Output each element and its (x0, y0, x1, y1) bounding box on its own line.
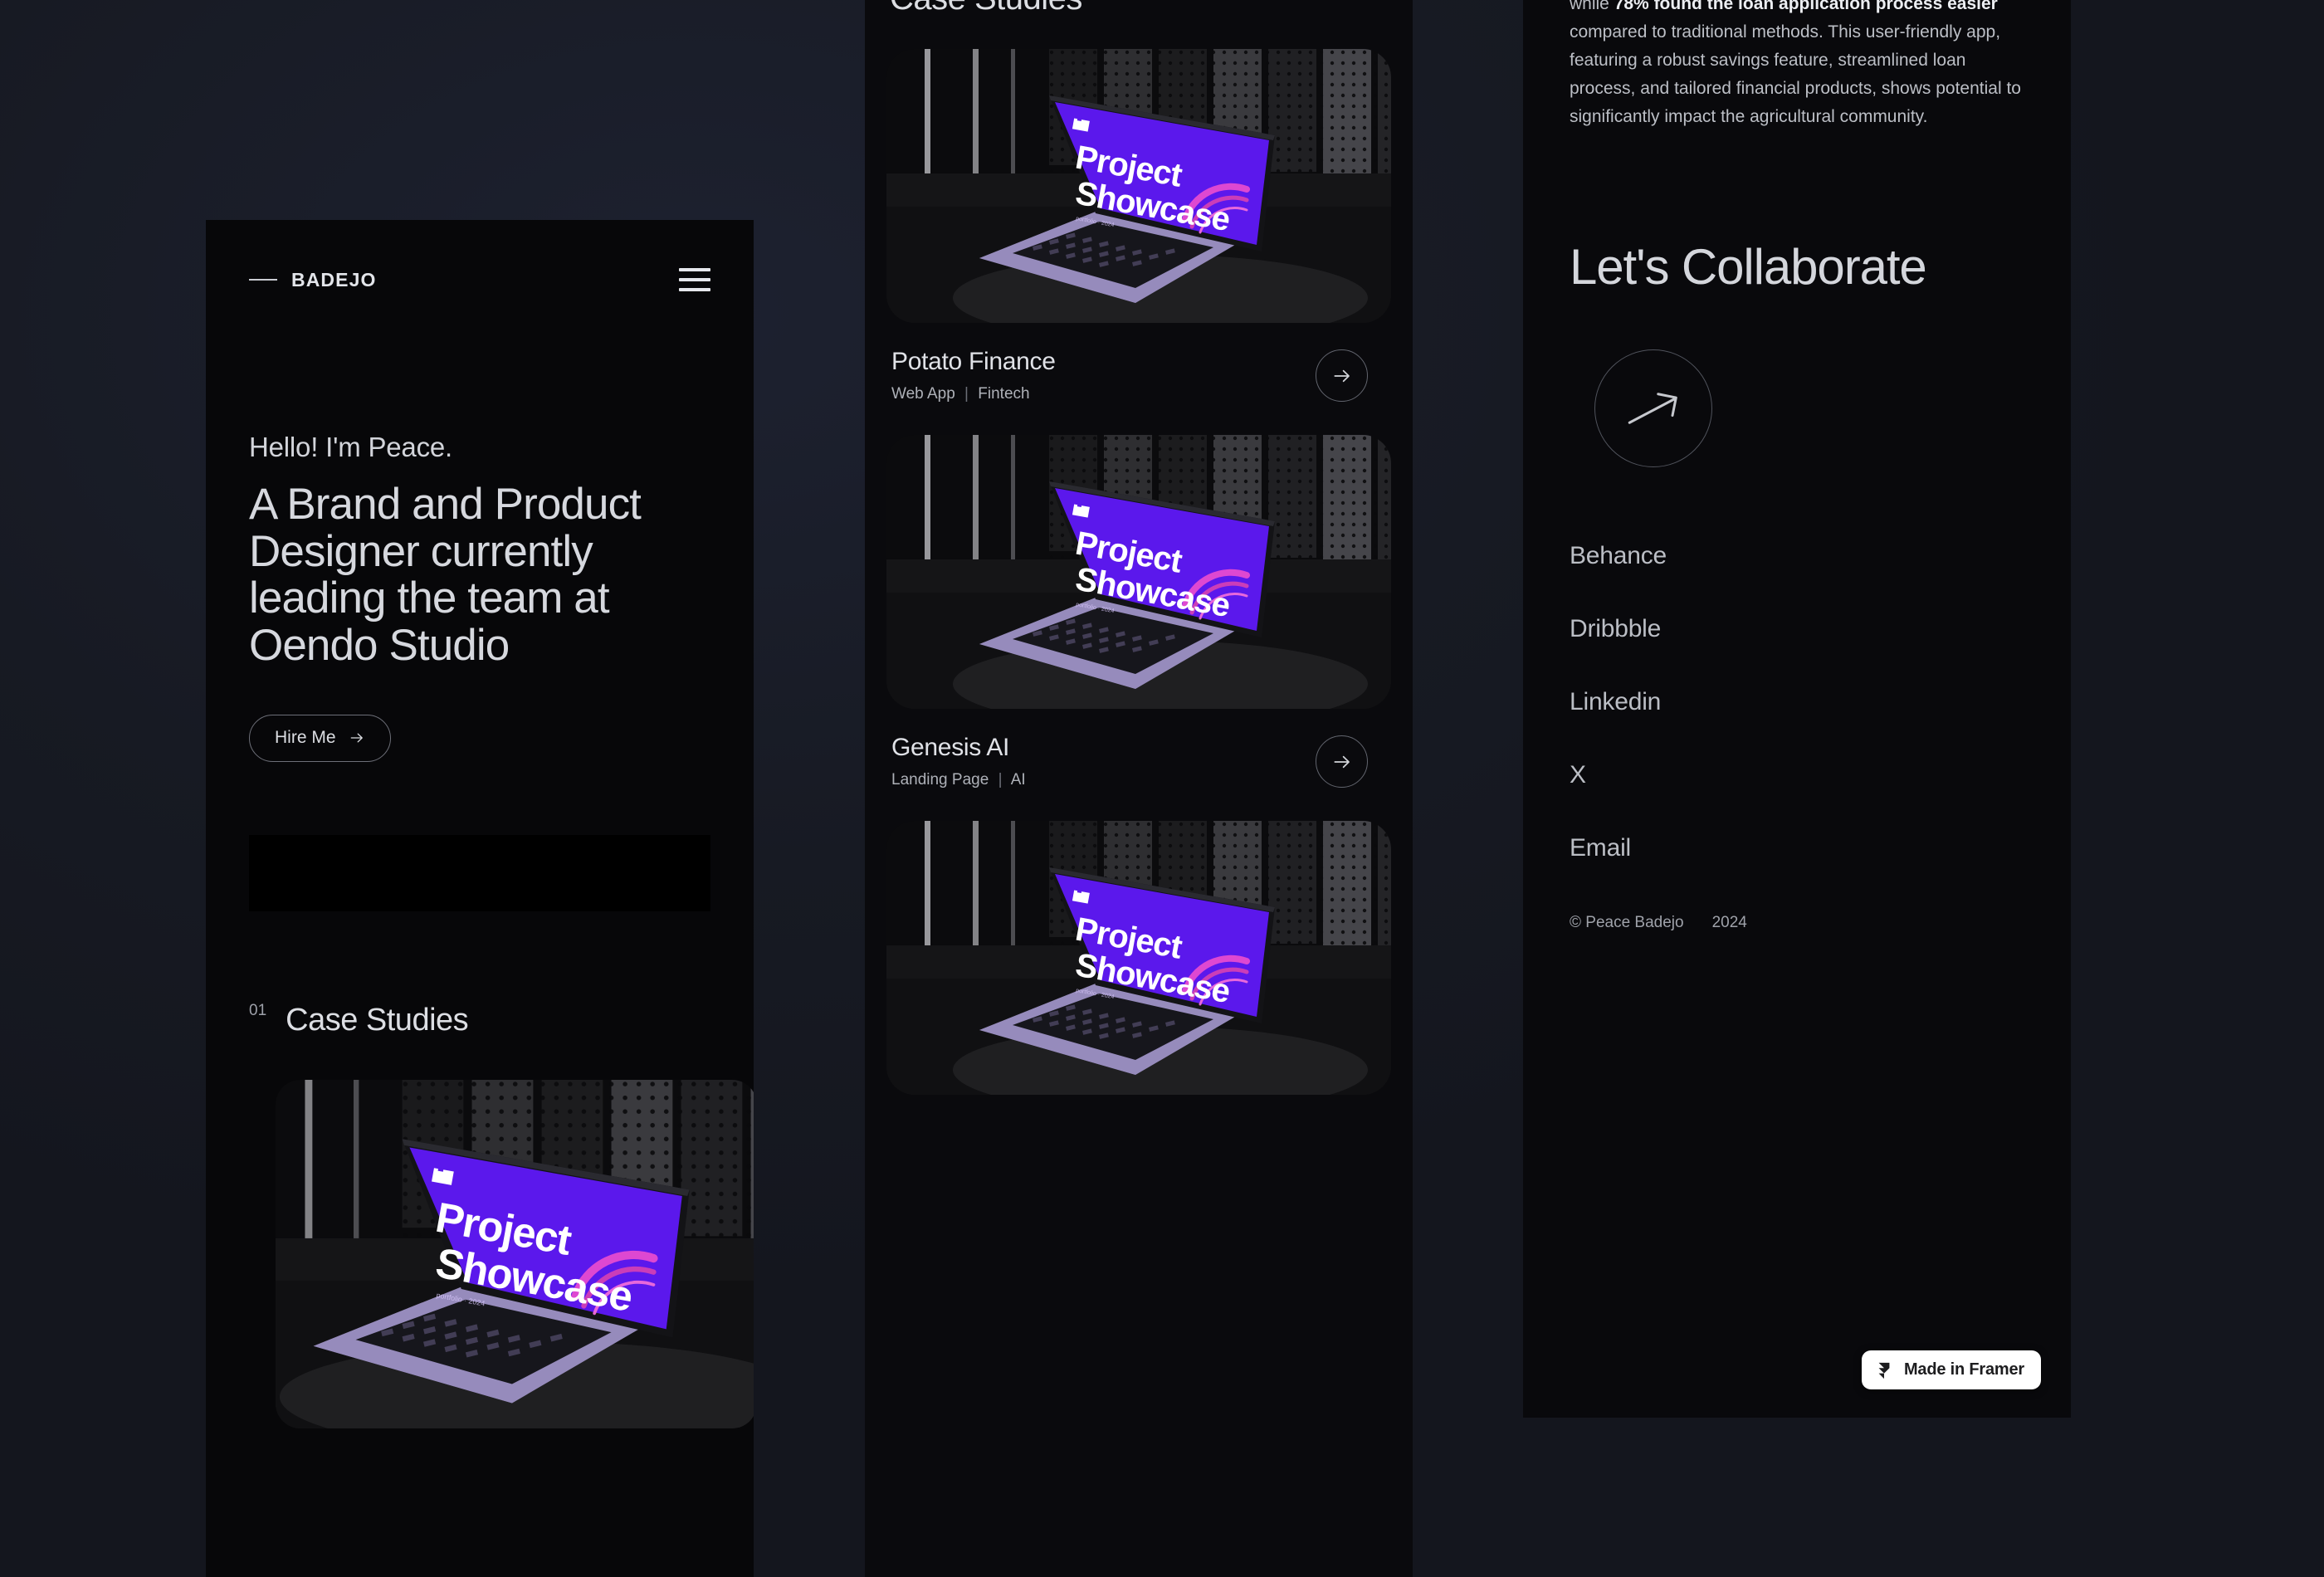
tag-secondary: Fintech (978, 385, 1030, 403)
made-in-framer-label: Made in Framer (1903, 1360, 2024, 1379)
case-study-card[interactable] (886, 821, 1391, 1095)
section-title: Case Studies (286, 1002, 469, 1038)
laptop-mockup-image (276, 1080, 754, 1428)
brand-logo[interactable]: BADEJO (249, 269, 376, 291)
framer-logo-icon (1875, 1361, 1893, 1379)
footer-copyright: © Peace Badejo 2024 (1570, 914, 2024, 932)
social-link-x[interactable]: X (1570, 761, 2024, 789)
hamburger-menu-icon[interactable] (679, 268, 710, 291)
laptop-mockup-image (886, 49, 1391, 323)
social-link-dribbble[interactable]: Dribbble (1570, 615, 2024, 643)
tag-separator: | (998, 771, 1003, 788)
made-in-framer-badge[interactable]: Made in Framer (1861, 1350, 2041, 1389)
brand-name: BADEJO (291, 268, 377, 290)
case-study-name: Potato Finance (891, 348, 1056, 375)
case-study-thumbnail[interactable] (276, 1080, 754, 1428)
arrow-right-icon (1331, 751, 1353, 773)
tag-separator: | (964, 385, 969, 403)
case-study-card[interactable]: Genesis AI Landing Page | AI (886, 435, 1391, 789)
tag-primary: Web App (891, 385, 955, 403)
tag-primary: Landing Page (891, 771, 989, 788)
hero-heading: A Brand and Product Designer currently l… (249, 480, 642, 671)
case-study-meta: Potato Finance Web App | Fintech (886, 323, 1391, 403)
section-number: 01 (249, 1001, 267, 1019)
case-study-thumbnail[interactable] (886, 49, 1391, 323)
hero-preview-panel: BADEJO Hello! I'm Peace. A Brand and Pro… (206, 220, 754, 1577)
paragraph-rest: compared to traditional methods. This us… (1570, 22, 2021, 127)
paragraph-highlight: 78% found the loan application process e… (1614, 0, 1998, 13)
case-study-open-button[interactable] (1316, 735, 1368, 788)
case-study-thumbnail[interactable] (886, 435, 1391, 709)
case-study-open-button[interactable] (1316, 349, 1368, 402)
case-study-name: Genesis AI (891, 734, 1010, 761)
case-study-thumbnail[interactable] (886, 821, 1391, 1095)
case-study-tags: Web App | Fintech (891, 385, 1056, 403)
social-links: Behance Dribbble Linkedin X Email (1570, 542, 2024, 862)
screenshot-stage: BADEJO Hello! I'm Peace. A Brand and Pro… (0, 0, 2324, 1577)
social-link-linkedin[interactable]: Linkedin (1570, 688, 2024, 716)
social-link-behance[interactable]: Behance (1570, 542, 2024, 570)
collaborate-cta-button[interactable] (1594, 349, 1712, 467)
social-link-email[interactable]: Email (1570, 834, 2024, 862)
tag-secondary: AI (1010, 771, 1026, 788)
case-study-tags: Landing Page | AI (891, 771, 1026, 789)
hero-greeting: Hello! I'm Peace. (249, 432, 453, 462)
hire-me-button[interactable]: Hire Me (249, 714, 391, 762)
paragraph-lead: while (1570, 0, 1614, 13)
case-studies-title: Case Studies (886, 0, 1391, 17)
arrow-right-icon (1331, 365, 1353, 387)
arrow-up-right-icon (1615, 370, 1692, 447)
case-study-paragraph: while 78% found the loan application pro… (1570, 0, 2024, 131)
hero-spacer-block (249, 834, 710, 911)
collaborate-heading: Let's Collaborate (1570, 239, 1927, 295)
hire-me-label: Hire Me (275, 728, 336, 748)
contact-footer-panel: while 78% found the loan application pro… (1523, 0, 2071, 1418)
copyright-text: © Peace Badejo (1570, 913, 1684, 931)
arrow-right-icon (349, 730, 365, 746)
case-study-meta: Genesis AI Landing Page | AI (886, 709, 1391, 789)
site-header: BADEJO (249, 240, 710, 320)
copyright-year: 2024 (1711, 913, 1747, 931)
case-study-card[interactable]: Potato Finance Web App | Fintech (886, 49, 1391, 403)
hero-section: Hello! I'm Peace. A Brand and Product De… (249, 432, 710, 762)
dash-icon (249, 279, 277, 281)
case-studies-section-header: 01 Case Studies (249, 1001, 710, 1038)
laptop-mockup-image (886, 821, 1391, 1095)
case-studies-list-panel: Case Studies Potato Finance Web App | Fi… (865, 0, 1413, 1577)
laptop-mockup-image (886, 435, 1391, 709)
